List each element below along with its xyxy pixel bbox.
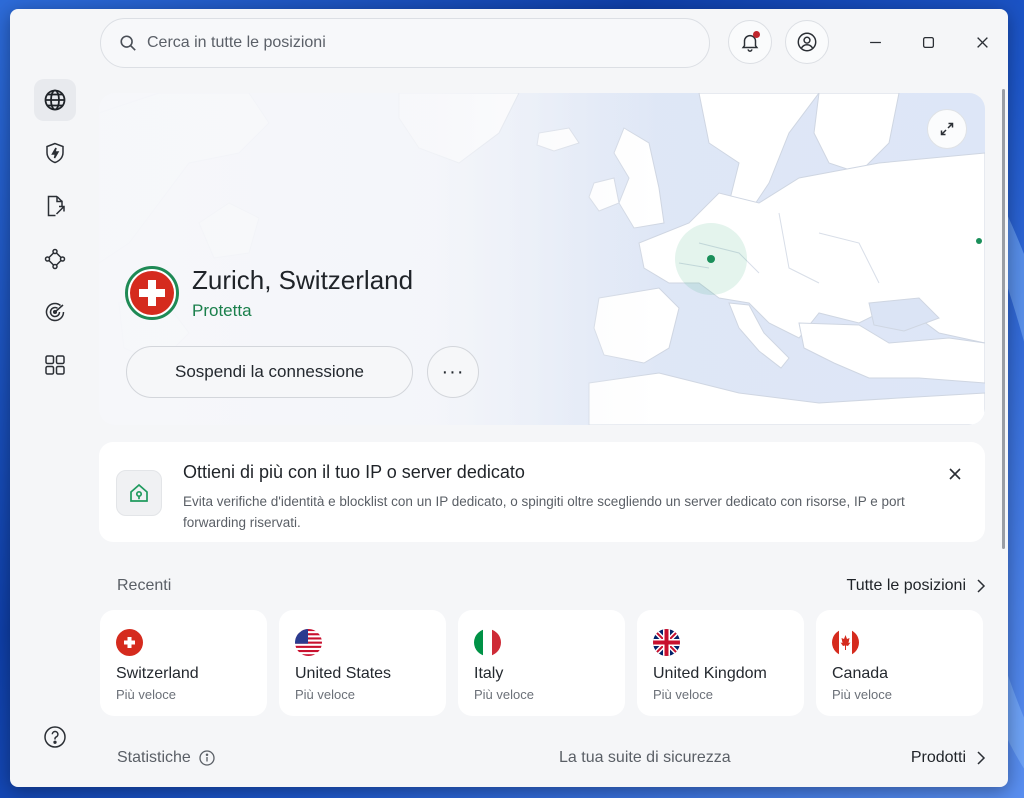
close-icon — [949, 468, 961, 480]
recent-location-card[interactable]: Canada Più veloce — [816, 610, 983, 716]
sidebar-item-meshnet[interactable] — [34, 238, 76, 280]
dedicated-ip-promo-card[interactable]: Ottieni di più con il tuo IP o server de… — [99, 442, 985, 542]
mesh-network-icon — [44, 248, 66, 270]
recent-location-name: Switzerland — [116, 665, 199, 682]
connection-status: Protetta — [192, 301, 252, 320]
statistics-heading: Statistiche — [117, 749, 215, 767]
minimize-icon — [869, 41, 881, 43]
account-button[interactable] — [785, 20, 829, 64]
expand-map-button[interactable] — [927, 109, 967, 149]
close-icon — [976, 36, 988, 48]
minimize-button[interactable] — [864, 31, 886, 53]
search-input[interactable]: Cerca in tutte le posizioni — [147, 34, 326, 52]
recent-location-name: Italy — [474, 665, 504, 682]
products-link[interactable]: Prodotti — [911, 749, 986, 767]
uk-flag-icon — [653, 629, 680, 656]
notification-dot — [753, 31, 760, 38]
connected-location: Zurich, Switzerland — [192, 265, 414, 295]
recents-heading: Recenti — [117, 577, 172, 594]
switzerland-flag-icon — [125, 266, 179, 320]
recent-location-card[interactable]: Switzerland Più veloce — [100, 610, 267, 716]
recent-location-card[interactable]: United Kingdom Più veloce — [637, 610, 804, 716]
sidebar-item-file-share[interactable] — [34, 185, 76, 227]
security-suite-heading: La tua suite di sicurezza — [559, 749, 731, 766]
promo-description: Evita verifiche d'identità e blocklist c… — [183, 494, 905, 530]
recent-location-name: United Kingdom — [653, 665, 767, 682]
switzerland-flag-icon — [116, 629, 143, 656]
recent-location-card[interactable]: United States Più veloce — [279, 610, 446, 716]
recent-location-name: Canada — [832, 665, 889, 682]
scrollbar[interactable] — [1002, 89, 1005, 549]
recent-location-sub: Più veloce — [116, 687, 176, 702]
italy-flag-icon — [474, 629, 501, 656]
globe-icon — [44, 89, 66, 111]
pause-connection-button[interactable]: Sospendi la connessione — [126, 346, 413, 398]
maximize-button[interactable] — [917, 31, 939, 53]
dismiss-promo-button[interactable] — [945, 464, 965, 484]
products-label: Prodotti — [910, 749, 966, 766]
recent-location-sub: Più veloce — [295, 687, 355, 702]
sidebar-item-dark-web-monitor[interactable] — [34, 291, 76, 333]
promo-title: Ottieni di più con il tuo IP o server de… — [183, 462, 525, 482]
info-icon[interactable] — [199, 750, 215, 766]
recent-location-sub: Più veloce — [474, 687, 534, 702]
shield-bolt-icon — [46, 142, 64, 164]
file-share-icon — [47, 195, 65, 217]
account-icon — [797, 32, 817, 52]
canada-flag-icon — [832, 629, 859, 656]
expand-icon — [940, 122, 954, 136]
usa-flag-icon — [295, 629, 322, 656]
sidebar-item-apps[interactable] — [34, 344, 76, 386]
chevron-right-icon — [977, 579, 986, 593]
statistics-label: Statistiche — [117, 749, 191, 766]
recent-location-card[interactable]: Italy Più veloce — [458, 610, 625, 716]
search-bar[interactable]: Cerca in tutte le posizioni — [100, 18, 710, 68]
sidebar-item-threat-protection[interactable] — [34, 132, 76, 174]
help-icon — [44, 726, 66, 748]
map-panel[interactable]: Zurich, Switzerland Protetta Sospendi la… — [99, 93, 985, 425]
recent-location-name: United States — [295, 665, 392, 682]
close-window-button[interactable] — [971, 31, 993, 53]
apps-grid-icon — [45, 355, 65, 375]
home-shield-icon — [116, 470, 162, 516]
maximize-icon — [922, 36, 934, 48]
chevron-right-icon — [977, 751, 986, 765]
target-icon — [45, 302, 65, 322]
recent-location-sub: Più veloce — [653, 687, 713, 702]
search-icon — [120, 35, 136, 51]
sidebar-item-locations[interactable] — [34, 79, 76, 121]
help-button[interactable] — [34, 716, 76, 758]
app-window: Cerca in tutte le posizioni Zurich, Swit… — [10, 9, 1008, 787]
recent-location-sub: Più veloce — [832, 687, 892, 702]
more-options-button[interactable]: ··· — [427, 346, 479, 398]
notifications-button[interactable] — [728, 20, 772, 64]
all-locations-label: Tutte le posizioni — [846, 577, 966, 594]
all-locations-link[interactable]: Tutte le posizioni — [847, 577, 986, 595]
